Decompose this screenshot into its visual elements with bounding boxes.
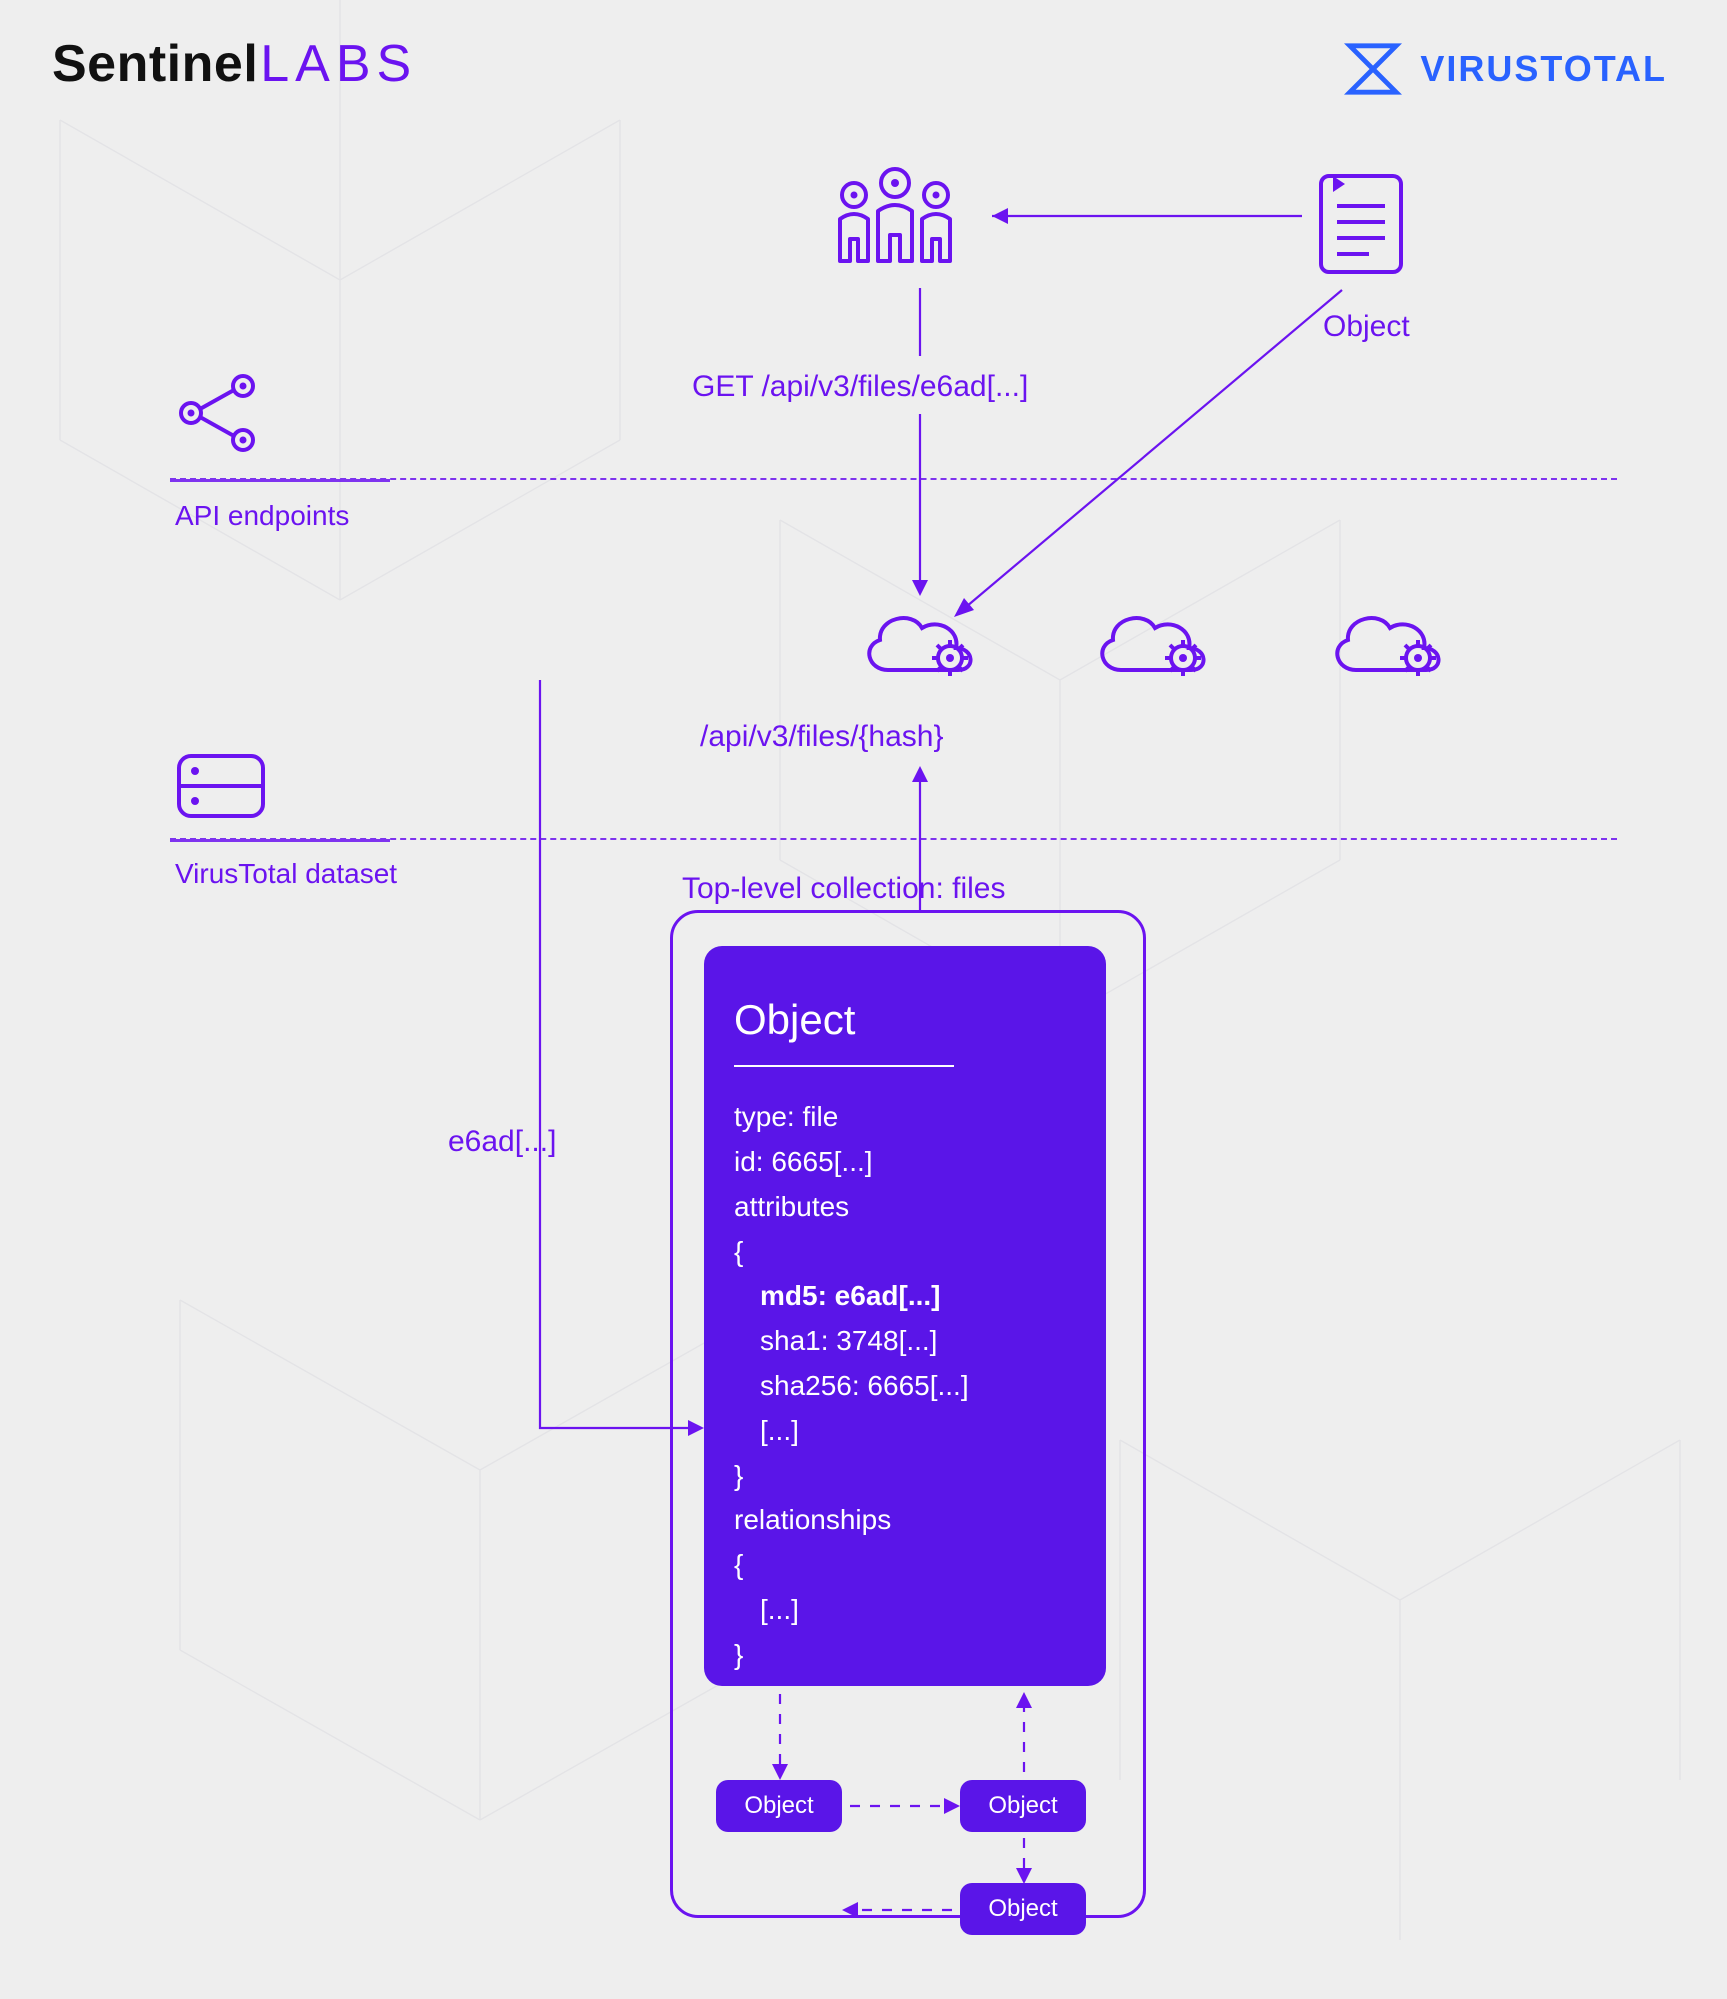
api-endpoints-label: API endpoints	[175, 500, 349, 532]
database-icon	[175, 750, 267, 822]
vt-dataset-label: VirusTotal dataset	[175, 858, 397, 890]
object-attr-sha256: sha256: 6665[...]	[734, 1364, 1076, 1409]
object-chip: Object	[960, 1883, 1086, 1935]
vt-dataset-rule	[170, 838, 1617, 840]
virustotal-logo: VIRUSTOTAL	[1344, 40, 1667, 98]
object-attr-md5: md5: e6ad[...]	[734, 1274, 1076, 1319]
sentinel-labs-logo: SentinelLABS	[52, 34, 417, 94]
get-request-label: GET /api/v3/files/e6ad[...]	[692, 370, 1028, 404]
virustotal-sigma-icon	[1344, 40, 1402, 98]
e6ad-pointer-label: e6ad[...]	[448, 1125, 556, 1159]
object-chip: Object	[960, 1780, 1086, 1832]
object-id-line: id: 6665[...]	[734, 1140, 1076, 1185]
virustotal-logo-text: VIRUSTOTAL	[1420, 48, 1667, 90]
object-attr-sha1: sha1: 3748[...]	[734, 1319, 1076, 1364]
cloud-gear-icon	[1085, 600, 1225, 690]
document-icon	[1315, 170, 1407, 278]
object-rel-more: [...]	[734, 1588, 1076, 1633]
sentinel-logo-text: Sentinel	[52, 35, 258, 93]
top-level-collection-label: Top-level collection: files	[682, 872, 1005, 906]
api-endpoints-rule	[170, 478, 1617, 480]
endpoint-template-label: /api/v3/files/{hash}	[700, 720, 944, 754]
object-attr-more: [...]	[734, 1409, 1076, 1454]
object-chip: Object	[716, 1780, 842, 1832]
cloud-gear-icon	[1320, 600, 1460, 690]
object-label: Object	[1323, 310, 1410, 344]
object-type-line: type: file	[734, 1095, 1076, 1140]
object-attributes-label: attributes	[734, 1185, 1076, 1230]
labs-logo-text: LABS	[260, 35, 417, 93]
network-icon	[175, 370, 265, 456]
object-card: Object type: file id: 6665[...] attribut…	[704, 946, 1106, 1686]
object-card-title: Object	[734, 986, 1076, 1053]
object-relationships-label: relationships	[734, 1498, 1076, 1543]
people-icon	[830, 165, 960, 275]
cloud-gear-icon	[852, 600, 992, 690]
